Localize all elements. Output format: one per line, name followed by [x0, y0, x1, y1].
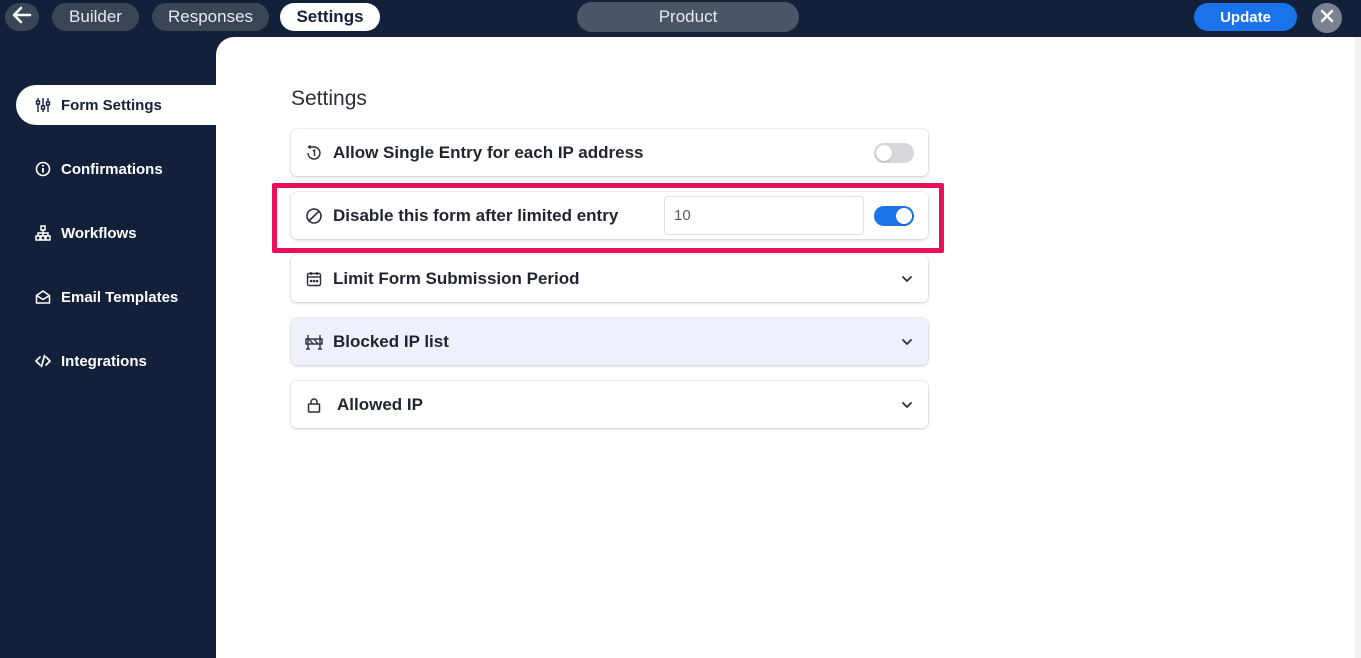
form-title[interactable]: Product — [577, 2, 799, 32]
sidebar-item-label: Workflows — [61, 224, 137, 242]
setting-label: Disable this form after limited entry — [333, 205, 619, 225]
sidebar-item-label: Form Settings — [61, 96, 162, 114]
sidebar-item-email-templates[interactable]: Email Templates — [16, 277, 216, 317]
setting-label: Limit Form Submission Period — [333, 268, 580, 288]
sidebar-item-label: Integrations — [61, 352, 147, 370]
update-button[interactable]: Update — [1194, 3, 1297, 31]
setting-label: Allowed IP — [337, 394, 423, 414]
disable-after-limit-toggle[interactable] — [874, 205, 914, 226]
single-entry-icon — [305, 144, 323, 162]
main-panel: Settings Allow Single Entry for each IP … — [216, 37, 1361, 658]
code-icon — [35, 353, 51, 369]
setting-limit-submission-period[interactable]: Limit Form Submission Period — [291, 255, 928, 302]
sidebar-item-workflows[interactable]: Workflows — [16, 213, 216, 253]
arrow-left-icon — [12, 6, 32, 29]
barrier-icon — [305, 333, 323, 351]
sidebar-item-label: Confirmations — [61, 160, 163, 178]
tab-builder[interactable]: Builder — [52, 3, 139, 31]
sidebar-item-integrations[interactable]: Integrations — [16, 341, 216, 381]
sidebar-item-confirmations[interactable]: Confirmations — [16, 149, 216, 189]
close-button[interactable] — [1312, 3, 1342, 33]
sidebar-item-form-settings[interactable]: Form Settings — [16, 85, 216, 125]
chevron-down-icon — [900, 398, 914, 412]
lock-icon — [305, 396, 323, 414]
setting-label: Blocked IP list — [333, 331, 449, 351]
info-circle-icon — [35, 161, 51, 177]
calendar-icon — [305, 270, 323, 288]
sitemap-icon — [35, 225, 51, 241]
sidebar-item-label: Email Templates — [61, 288, 179, 306]
tab-settings[interactable]: Settings — [280, 3, 380, 31]
setting-blocked-ip-list[interactable]: Blocked IP list — [291, 318, 928, 365]
envelope-open-icon — [35, 289, 51, 305]
setting-label: Allow Single Entry for each IP address — [333, 142, 644, 162]
setting-allowed-ip[interactable]: Allowed IP — [291, 381, 928, 428]
close-icon — [1320, 9, 1334, 28]
chevron-down-icon — [900, 272, 914, 286]
tab-responses[interactable]: Responses — [152, 3, 269, 31]
page-title: Settings — [291, 87, 367, 110]
ban-icon — [305, 207, 323, 225]
top-bar: Builder Responses Settings Product Updat… — [0, 0, 1361, 37]
setting-single-entry: Allow Single Entry for each IP address — [291, 129, 928, 176]
single-entry-toggle[interactable] — [874, 142, 914, 163]
sidebar: Form Settings Confirmations Workflows Em… — [0, 37, 216, 658]
entry-limit-input[interactable] — [664, 196, 864, 235]
sliders-icon — [35, 97, 51, 113]
setting-disable-after-limit: Disable this form after limited entry — [291, 192, 928, 239]
scrollbar[interactable] — [1355, 37, 1361, 658]
back-button[interactable] — [5, 3, 39, 31]
chevron-down-icon — [900, 335, 914, 349]
